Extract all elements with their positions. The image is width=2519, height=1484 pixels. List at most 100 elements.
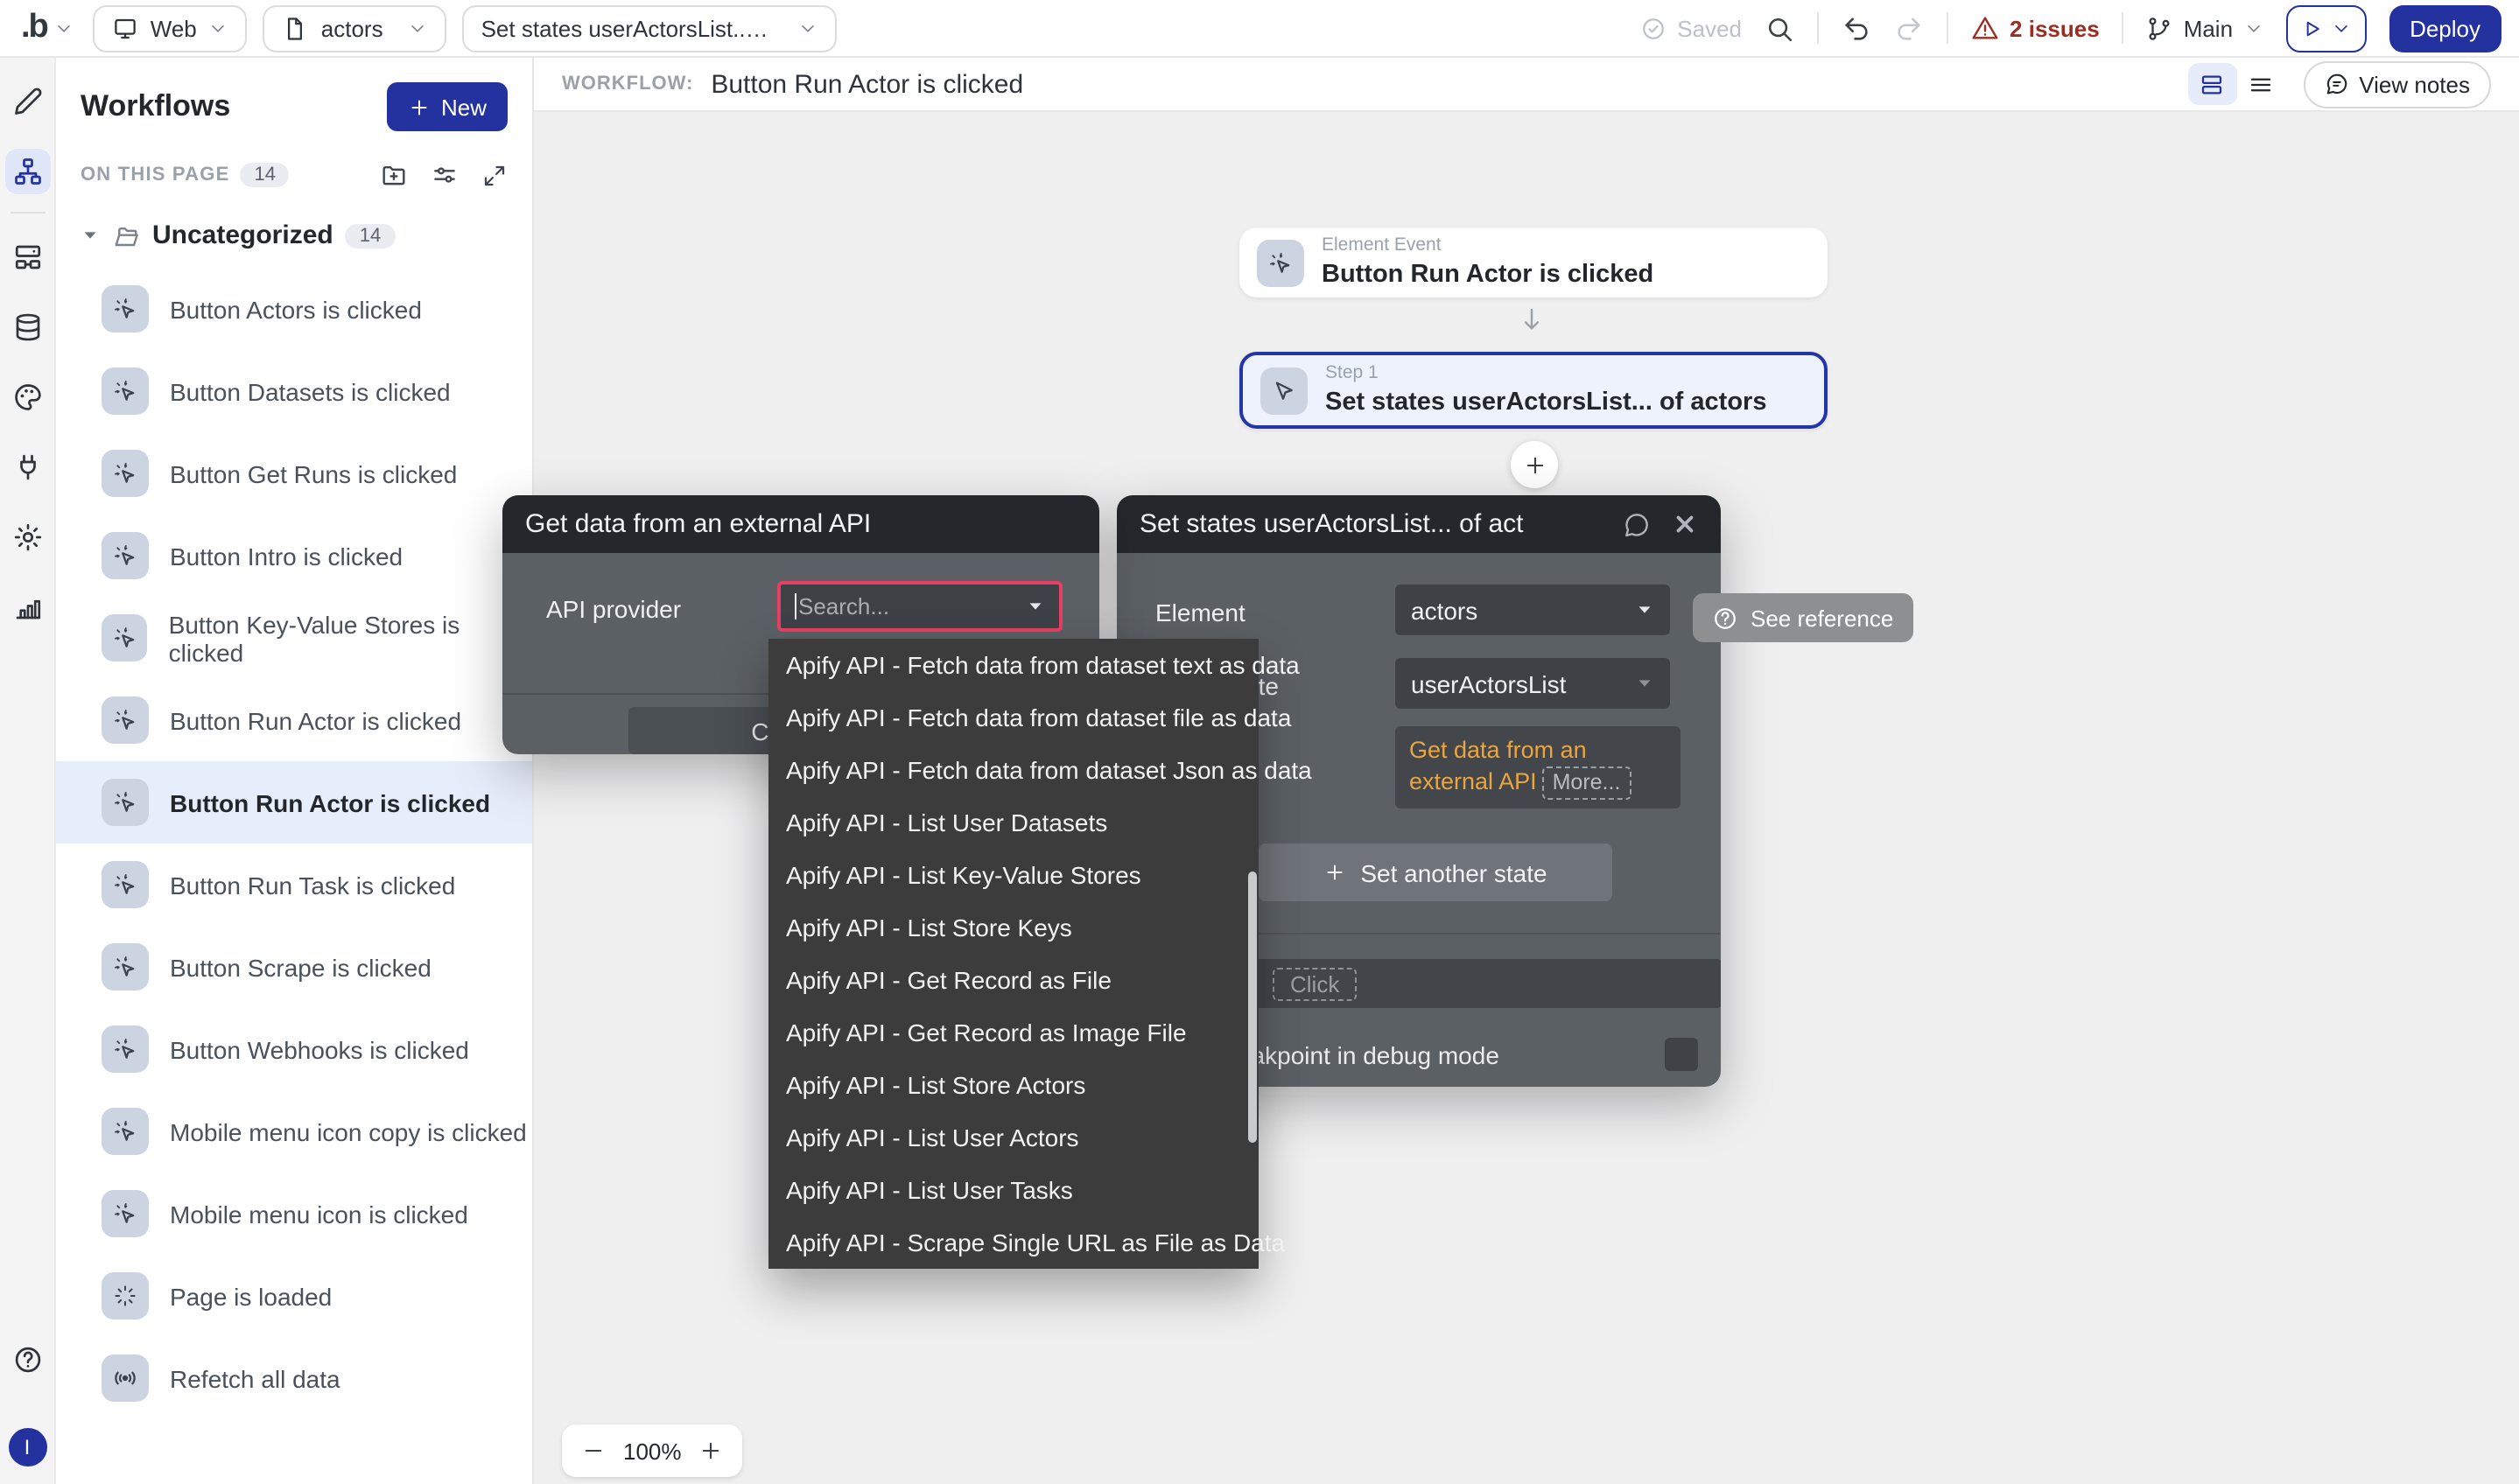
cards-view-icon (2199, 71, 2225, 97)
workflow-list-item[interactable]: Mobile menu icon copy is clicked (56, 1090, 532, 1172)
api-provider-option[interactable]: Apify API - List Store Keys (768, 901, 1259, 954)
workflow-list-item[interactable]: Mobile menu icon is clicked (56, 1172, 532, 1255)
event-title: Button Run Actor is clicked (1322, 258, 1653, 290)
new-workflow-button[interactable]: New (387, 82, 508, 131)
search-icon[interactable] (1765, 13, 1794, 43)
folder-plus-icon[interactable] (380, 161, 408, 189)
folder-open-icon (112, 221, 140, 249)
workflow-list: Button Actors is clickedButton Datasets … (56, 268, 532, 1484)
workflow-list-item[interactable]: Button Actors is clicked (56, 268, 532, 350)
comment-icon[interactable] (1623, 510, 1651, 538)
folder-label: Uncategorized (152, 220, 333, 250)
bubble-logo[interactable]: .b (18, 9, 77, 47)
filter-sliders-icon[interactable] (431, 161, 459, 189)
add-step-button[interactable] (1511, 441, 1558, 488)
gear-icon (11, 522, 43, 553)
workflow-list-item[interactable]: Button Key-Value Stores is clicked (56, 597, 532, 679)
issues-label: 2 issues (2010, 15, 2100, 41)
page-icon (283, 15, 309, 41)
expand-icon[interactable] (481, 162, 508, 188)
save-status-label: Saved (1677, 15, 1742, 41)
workflow-list-item[interactable]: Refetch all data (56, 1337, 532, 1419)
help-circle-icon (11, 1344, 43, 1376)
platform-select[interactable]: Web (93, 4, 248, 52)
api-provider-option[interactable]: Apify API - Scrape Single URL as File as… (768, 1216, 1259, 1269)
user-avatar[interactable]: I (8, 1428, 46, 1466)
rail-item-styles[interactable] (4, 374, 50, 420)
workflow-list-item[interactable]: Button Datasets is clicked (56, 350, 532, 432)
state-value-expression[interactable]: Get data from an external APIMore... (1395, 726, 1681, 808)
dialog-title: Set states userActorsList... of act (1140, 509, 1602, 539)
api-provider-option[interactable]: Apify API - List Store Actors (768, 1059, 1259, 1111)
rail-item-workflows[interactable] (4, 149, 50, 194)
workflow-select-label: Set states userActorsList... ... (481, 15, 774, 41)
workflow-list-item[interactable]: Page is loaded (56, 1255, 532, 1337)
dropdown-scrollbar[interactable] (1248, 872, 1257, 1143)
deploy-button[interactable]: Deploy (2389, 4, 2501, 52)
api-provider-option[interactable]: Apify API - Fetch data from dataset Json… (768, 744, 1259, 796)
api-provider-option[interactable]: Apify API - Fetch data from dataset text… (768, 639, 1259, 691)
workflow-select[interactable]: Set states userActorsList... ... (462, 4, 837, 52)
cursor-click-icon (102, 285, 149, 332)
zoom-level: 100% (623, 1438, 682, 1464)
rail-item-data[interactable] (4, 304, 50, 350)
redo-icon[interactable] (1894, 13, 1924, 43)
undo-icon[interactable] (1842, 13, 1871, 43)
api-provider-option[interactable]: Apify API - List User Datasets (768, 796, 1259, 849)
workflow-list-item[interactable]: Button Run Actor is clicked (56, 679, 532, 761)
cards-view-button[interactable] (2187, 63, 2236, 105)
folder-uncategorized[interactable]: Uncategorized 14 (81, 220, 508, 250)
view-mode-toggle (2187, 63, 2285, 105)
workflow-list-item[interactable]: Button Get Runs is clicked (56, 432, 532, 514)
cursor-click-icon (102, 1026, 149, 1073)
api-provider-option[interactable]: Apify API - Get Record as File (768, 954, 1259, 1006)
broadcast-icon (102, 1354, 149, 1402)
custom-state-select[interactable]: userActorsList (1395, 658, 1670, 709)
api-provider-option[interactable]: Apify API - Fetch data from dataset file… (768, 691, 1259, 744)
page-count-badge: 14 (240, 163, 290, 187)
rail-item-plugins[interactable] (4, 444, 50, 490)
top-toolbar: .b Web actors Set states userActorsList.… (0, 0, 2519, 58)
cursor-click-icon (102, 1190, 149, 1237)
step-node-selected[interactable]: Step 1 Set states userActorsList... of a… (1239, 352, 1828, 429)
workflow-item-label: Refetch all data (170, 1364, 340, 1392)
chart-icon (11, 592, 43, 623)
workflow-list-item[interactable]: Button Scrape is clicked (56, 926, 532, 1008)
breakpoint-checkbox[interactable] (1665, 1038, 1698, 1071)
zoom-in-icon[interactable] (699, 1438, 724, 1463)
branch-select[interactable]: Main (2147, 15, 2263, 41)
issues-button[interactable]: 2 issues (1971, 14, 2100, 42)
rail-item-logs[interactable] (4, 584, 50, 630)
api-provider-label: API provider (546, 595, 681, 623)
view-notes-button[interactable]: View notes (2303, 60, 2491, 108)
api-provider-option[interactable]: Apify API - List User Tasks (768, 1164, 1259, 1216)
cursor-click-icon (1257, 239, 1304, 286)
see-reference-tooltip[interactable]: See reference (1693, 593, 1912, 642)
close-icon[interactable] (1672, 511, 1698, 537)
api-provider-search-input[interactable]: Search... (777, 581, 1063, 632)
page-select[interactable]: actors (263, 4, 446, 52)
api-provider-option[interactable]: Apify API - List Key-Value Stores (768, 849, 1259, 901)
more-chip[interactable]: More... (1542, 766, 1631, 800)
workflow-list-item[interactable]: Button Run Actor is clicked (56, 761, 532, 844)
element-select[interactable]: actors (1395, 584, 1670, 635)
preview-run-button[interactable] (2285, 4, 2366, 52)
database-icon (11, 312, 43, 343)
search-placeholder: Search... (798, 593, 889, 620)
click-input[interactable]: Click (1250, 959, 1721, 1008)
workflow-list-item[interactable]: Button Intro is clicked (56, 514, 532, 597)
rail-item-reusable-elements[interactable] (4, 234, 50, 280)
api-provider-option[interactable]: Apify API - Get Record as Image File (768, 1006, 1259, 1059)
chevron-down-icon (54, 18, 74, 38)
api-provider-option[interactable]: Apify API - List User Actors (768, 1111, 1259, 1164)
zoom-out-icon[interactable] (581, 1438, 606, 1463)
rail-item-design[interactable] (4, 79, 50, 124)
list-view-button[interactable] (2236, 63, 2285, 105)
event-node[interactable]: Element Event Button Run Actor is clicke… (1239, 228, 1828, 298)
workflow-list-item[interactable]: Button Webhooks is clicked (56, 1008, 532, 1090)
workflow-list-item[interactable]: Button Run Task is clicked (56, 844, 532, 926)
rail-item-help[interactable] (4, 1337, 50, 1382)
workflow-item-label: Mobile menu icon is clicked (170, 1200, 468, 1228)
set-another-state-button[interactable]: Set another state (1259, 844, 1612, 901)
rail-item-settings[interactable] (4, 514, 50, 560)
